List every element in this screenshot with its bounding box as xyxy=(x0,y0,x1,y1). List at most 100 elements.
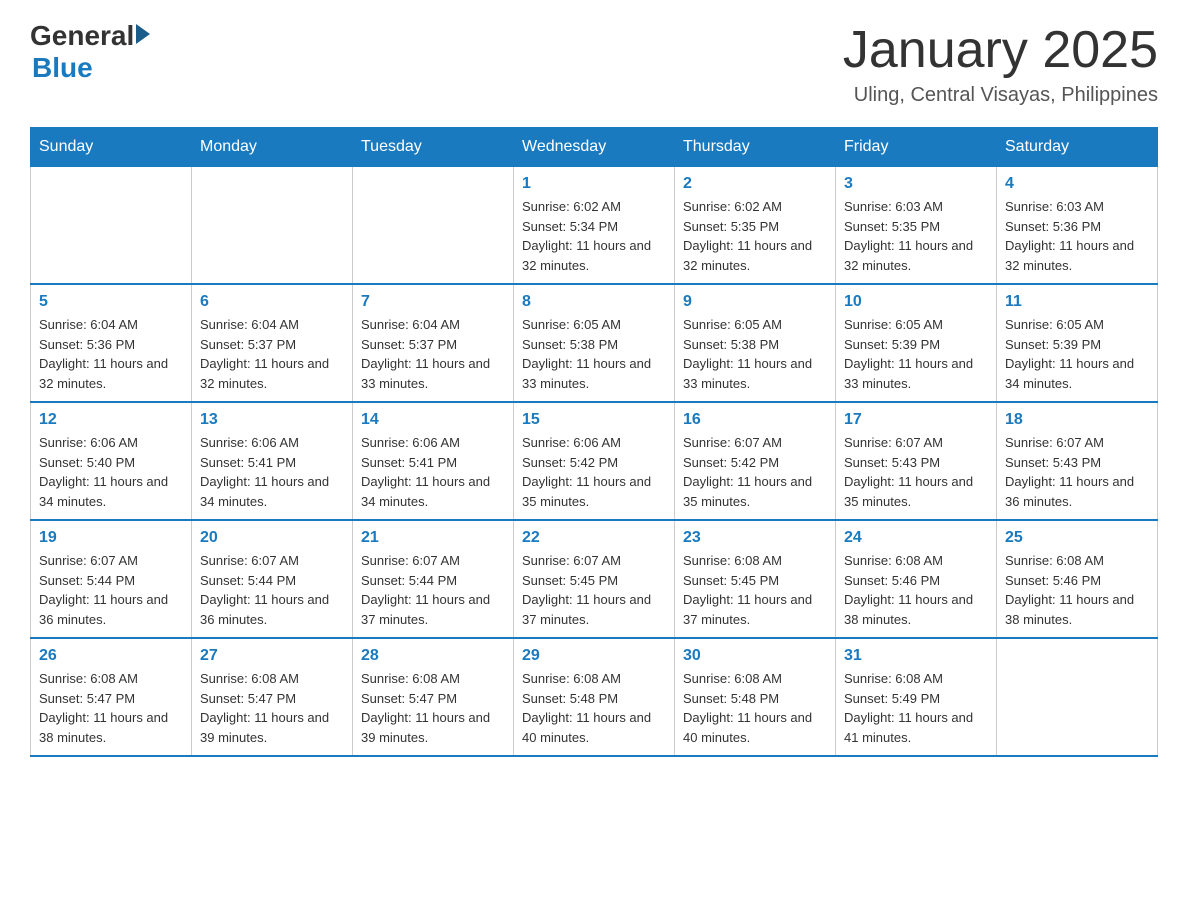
day-number: 5 xyxy=(39,293,183,311)
day-info: Sunrise: 6:08 AM Sunset: 5:48 PM Dayligh… xyxy=(522,669,666,747)
calendar-week-5: 26 Sunrise: 6:08 AM Sunset: 5:47 PM Dayli… xyxy=(31,638,1158,756)
calendar-cell: 2 Sunrise: 6:02 AM Sunset: 5:35 PM Daylig… xyxy=(675,167,836,285)
day-number: 3 xyxy=(844,175,988,193)
calendar-cell: 25 Sunrise: 6:08 AM Sunset: 5:46 PM Dayli… xyxy=(997,520,1158,638)
day-header-tuesday: Tuesday xyxy=(353,128,514,167)
day-info: Sunrise: 6:02 AM Sunset: 5:34 PM Dayligh… xyxy=(522,197,666,275)
calendar-cell: 9Sunrise: 6:05 AM Sunset: 5:38 PM Daylig… xyxy=(675,284,836,402)
day-info: Sunrise: 6:08 AM Sunset: 5:46 PM Dayligh… xyxy=(844,551,988,629)
day-number: 30 xyxy=(683,647,827,665)
location-title: Uling, Central Visayas, Philippines xyxy=(843,84,1158,107)
calendar-cell: 3 Sunrise: 6:03 AM Sunset: 5:35 PM Daylig… xyxy=(836,167,997,285)
day-info: Sunrise: 6:06 AM Sunset: 5:42 PM Dayligh… xyxy=(522,433,666,511)
logo: General Blue xyxy=(30,20,150,84)
day-number: 21 xyxy=(361,529,505,547)
calendar-cell: 31Sunrise: 6:08 AM Sunset: 5:49 PM Dayli… xyxy=(836,638,997,756)
calendar-cell: 27 Sunrise: 6:08 AM Sunset: 5:47 PM Dayli… xyxy=(192,638,353,756)
calendar-cell: 14 Sunrise: 6:06 AM Sunset: 5:41 PM Dayli… xyxy=(353,402,514,520)
calendar-cell: 26Sunrise: 6:08 AM Sunset: 5:47 PM Dayli… xyxy=(31,638,192,756)
day-info: Sunrise: 6:04 AM Sunset: 5:37 PM Dayligh… xyxy=(200,315,344,393)
day-info: Sunrise: 6:08 AM Sunset: 5:47 PM Dayligh… xyxy=(200,669,344,747)
day-header-wednesday: Wednesday xyxy=(514,128,675,167)
calendar-header: SundayMondayTuesdayWednesdayThursdayFrid… xyxy=(31,128,1158,167)
calendar-cell: 15 Sunrise: 6:06 AM Sunset: 5:42 PM Dayli… xyxy=(514,402,675,520)
calendar-cell xyxy=(997,638,1158,756)
calendar-cell: 24 Sunrise: 6:08 AM Sunset: 5:46 PM Dayli… xyxy=(836,520,997,638)
day-info: Sunrise: 6:07 AM Sunset: 5:44 PM Dayligh… xyxy=(200,551,344,629)
calendar-week-4: 19 Sunrise: 6:07 AM Sunset: 5:44 PM Dayli… xyxy=(31,520,1158,638)
calendar-cell xyxy=(192,167,353,285)
day-info: Sunrise: 6:04 AM Sunset: 5:36 PM Dayligh… xyxy=(39,315,183,393)
day-info: Sunrise: 6:06 AM Sunset: 5:41 PM Dayligh… xyxy=(361,433,505,511)
day-info: Sunrise: 6:08 AM Sunset: 5:47 PM Dayligh… xyxy=(361,669,505,747)
day-number: 7 xyxy=(361,293,505,311)
day-number: 18 xyxy=(1005,411,1149,429)
day-info: Sunrise: 6:07 AM Sunset: 5:42 PM Dayligh… xyxy=(683,433,827,511)
day-number: 24 xyxy=(844,529,988,547)
day-number: 6 xyxy=(200,293,344,311)
calendar-cell: 11Sunrise: 6:05 AM Sunset: 5:39 PM Dayli… xyxy=(997,284,1158,402)
day-number: 16 xyxy=(683,411,827,429)
calendar-cell: 5 Sunrise: 6:04 AM Sunset: 5:36 PM Daylig… xyxy=(31,284,192,402)
day-info: Sunrise: 6:05 AM Sunset: 5:39 PM Dayligh… xyxy=(1005,315,1149,393)
calendar-cell: 29 Sunrise: 6:08 AM Sunset: 5:48 PM Dayli… xyxy=(514,638,675,756)
day-info: Sunrise: 6:07 AM Sunset: 5:45 PM Dayligh… xyxy=(522,551,666,629)
day-header-friday: Friday xyxy=(836,128,997,167)
calendar-cell: 28 Sunrise: 6:08 AM Sunset: 5:47 PM Dayli… xyxy=(353,638,514,756)
calendar-cell: 19 Sunrise: 6:07 AM Sunset: 5:44 PM Dayli… xyxy=(31,520,192,638)
day-number: 28 xyxy=(361,647,505,665)
day-number: 1 xyxy=(522,175,666,193)
day-number: 20 xyxy=(200,529,344,547)
day-number: 14 xyxy=(361,411,505,429)
day-info: Sunrise: 6:05 AM Sunset: 5:38 PM Dayligh… xyxy=(522,315,666,393)
calendar-cell: 6 Sunrise: 6:04 AM Sunset: 5:37 PM Daylig… xyxy=(192,284,353,402)
logo-arrow-icon xyxy=(136,24,150,44)
day-number: 29 xyxy=(522,647,666,665)
day-number: 12 xyxy=(39,411,183,429)
day-number: 26 xyxy=(39,647,183,665)
day-header-sunday: Sunday xyxy=(31,128,192,167)
day-header-monday: Monday xyxy=(192,128,353,167)
day-info: Sunrise: 6:07 AM Sunset: 5:43 PM Dayligh… xyxy=(844,433,988,511)
day-info: Sunrise: 6:08 AM Sunset: 5:46 PM Dayligh… xyxy=(1005,551,1149,629)
calendar-cell xyxy=(31,167,192,285)
calendar-cell: 16 Sunrise: 6:07 AM Sunset: 5:42 PM Dayli… xyxy=(675,402,836,520)
day-header-saturday: Saturday xyxy=(997,128,1158,167)
day-info: Sunrise: 6:03 AM Sunset: 5:35 PM Dayligh… xyxy=(844,197,988,275)
day-number: 13 xyxy=(200,411,344,429)
day-info: Sunrise: 6:06 AM Sunset: 5:40 PM Dayligh… xyxy=(39,433,183,511)
calendar-cell: 30Sunrise: 6:08 AM Sunset: 5:48 PM Dayli… xyxy=(675,638,836,756)
calendar-cell: 18 Sunrise: 6:07 AM Sunset: 5:43 PM Dayli… xyxy=(997,402,1158,520)
logo-general-text: General xyxy=(30,20,134,52)
day-number: 27 xyxy=(200,647,344,665)
day-info: Sunrise: 6:07 AM Sunset: 5:43 PM Dayligh… xyxy=(1005,433,1149,511)
day-number: 22 xyxy=(522,529,666,547)
calendar-cell: 22 Sunrise: 6:07 AM Sunset: 5:45 PM Dayli… xyxy=(514,520,675,638)
day-info: Sunrise: 6:04 AM Sunset: 5:37 PM Dayligh… xyxy=(361,315,505,393)
calendar-cell: 20 Sunrise: 6:07 AM Sunset: 5:44 PM Dayli… xyxy=(192,520,353,638)
day-number: 4 xyxy=(1005,175,1149,193)
day-info: Sunrise: 6:02 AM Sunset: 5:35 PM Dayligh… xyxy=(683,197,827,275)
day-number: 19 xyxy=(39,529,183,547)
day-info: Sunrise: 6:06 AM Sunset: 5:41 PM Dayligh… xyxy=(200,433,344,511)
title-block: January 2025 Uling, Central Visayas, Phi… xyxy=(843,20,1158,107)
calendar-cell: 23 Sunrise: 6:08 AM Sunset: 5:45 PM Dayli… xyxy=(675,520,836,638)
day-info: Sunrise: 6:08 AM Sunset: 5:45 PM Dayligh… xyxy=(683,551,827,629)
day-number: 23 xyxy=(683,529,827,547)
day-number: 2 xyxy=(683,175,827,193)
calendar-cell: 17 Sunrise: 6:07 AM Sunset: 5:43 PM Dayli… xyxy=(836,402,997,520)
calendar-cell: 13 Sunrise: 6:06 AM Sunset: 5:41 PM Dayli… xyxy=(192,402,353,520)
day-number: 25 xyxy=(1005,529,1149,547)
calendar-cell: 21Sunrise: 6:07 AM Sunset: 5:44 PM Dayli… xyxy=(353,520,514,638)
logo-blue-text: Blue xyxy=(32,52,150,84)
calendar-week-2: 5 Sunrise: 6:04 AM Sunset: 5:36 PM Daylig… xyxy=(31,284,1158,402)
day-info: Sunrise: 6:05 AM Sunset: 5:39 PM Dayligh… xyxy=(844,315,988,393)
day-header-thursday: Thursday xyxy=(675,128,836,167)
day-number: 10 xyxy=(844,293,988,311)
day-info: Sunrise: 6:07 AM Sunset: 5:44 PM Dayligh… xyxy=(39,551,183,629)
calendar-cell: 1 Sunrise: 6:02 AM Sunset: 5:34 PM Daylig… xyxy=(514,167,675,285)
day-number: 9 xyxy=(683,293,827,311)
day-number: 17 xyxy=(844,411,988,429)
day-number: 15 xyxy=(522,411,666,429)
day-number: 31 xyxy=(844,647,988,665)
